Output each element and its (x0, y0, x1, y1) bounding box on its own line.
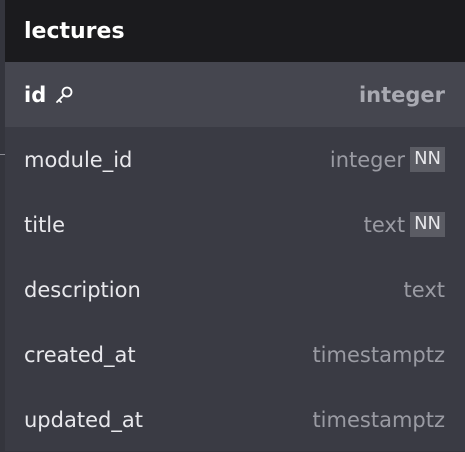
column-name: updated_at (24, 407, 143, 432)
column-row-created-at[interactable]: created_at timestamptz (5, 322, 465, 387)
not-null-badge: NN (410, 212, 445, 237)
table-node-lectures[interactable]: lectures id integer module_id integer NN… (5, 0, 465, 451)
column-name: id (24, 82, 47, 107)
column-type: integer (358, 82, 445, 107)
column-type: timestamptz (312, 342, 445, 367)
table-header[interactable]: lectures (5, 0, 465, 62)
column-type: text (363, 212, 406, 237)
table-title: lectures (24, 18, 125, 44)
column-name: created_at (24, 342, 136, 367)
column-row-updated-at[interactable]: updated_at timestamptz (5, 387, 465, 452)
column-type: integer (329, 147, 406, 172)
column-name: title (24, 212, 66, 237)
column-row-title[interactable]: title text NN (5, 192, 465, 257)
column-type: text (403, 277, 445, 302)
column-row-module-id[interactable]: module_id integer NN (5, 127, 465, 192)
column-name: description (24, 277, 141, 302)
not-null-badge: NN (410, 147, 445, 172)
column-row-description[interactable]: description text (5, 257, 465, 322)
column-row-id[interactable]: id integer (5, 62, 465, 127)
column-name: module_id (24, 147, 133, 172)
column-type: timestamptz (312, 407, 445, 432)
key-icon (54, 85, 74, 105)
